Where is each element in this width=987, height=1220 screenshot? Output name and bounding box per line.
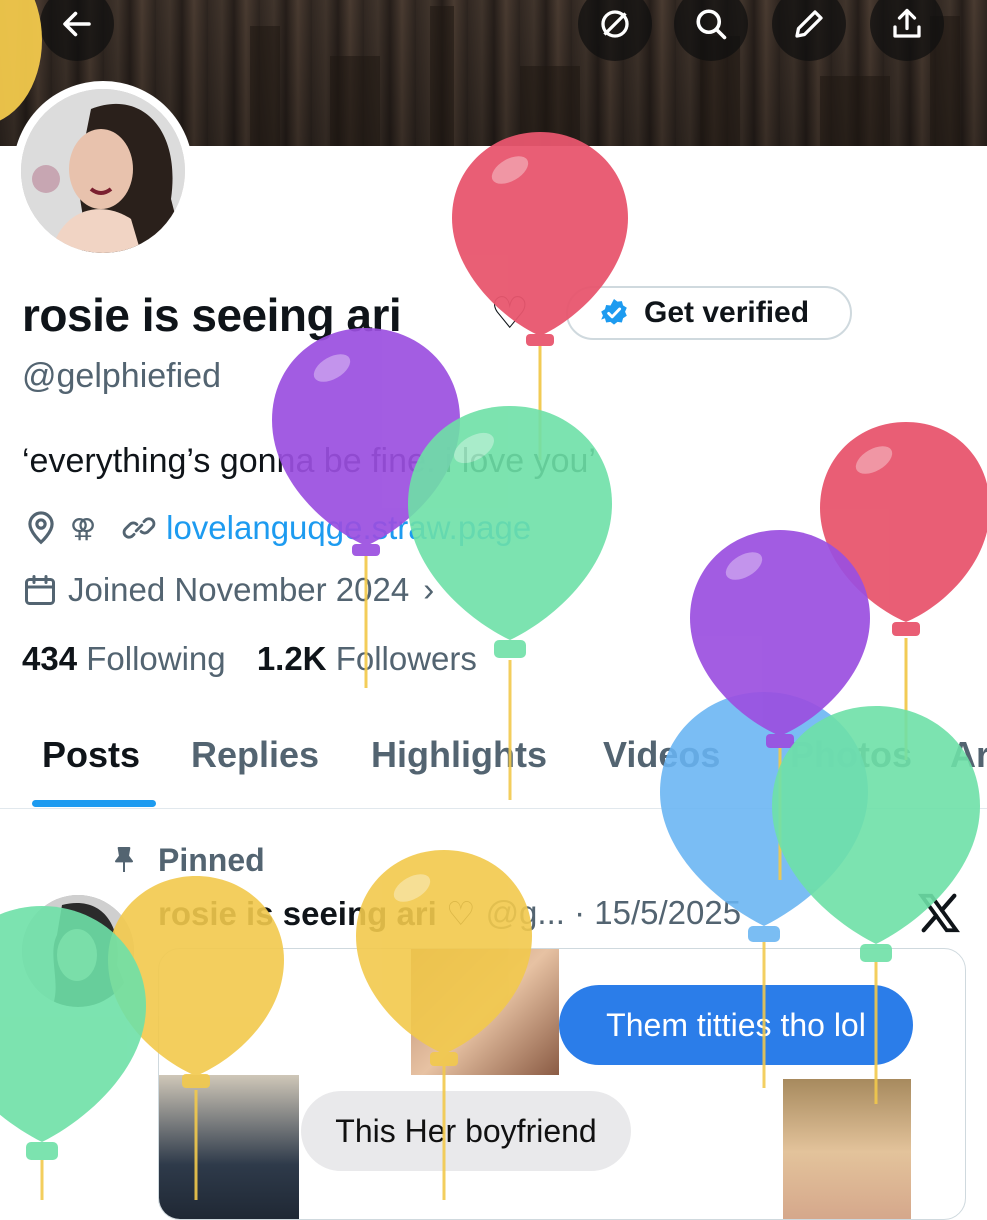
avatar-photo bbox=[21, 89, 185, 253]
pin-icon bbox=[115, 847, 133, 872]
chevron-right-icon: › bbox=[423, 571, 435, 608]
media-thumbnail bbox=[159, 1075, 299, 1219]
tweet-header: rosie is seeing ari ♡ @g... · 15/5/2025 bbox=[158, 890, 741, 936]
banner-detail bbox=[430, 6, 454, 146]
banner-detail bbox=[520, 66, 580, 146]
tab-posts[interactable]: Posts bbox=[42, 734, 140, 776]
following-link[interactable]: 434 Following bbox=[22, 640, 226, 677]
tweet-handle-date[interactable]: @g... · 15/5/2025 bbox=[486, 894, 742, 932]
profile-handle: @gelphiefied bbox=[22, 357, 221, 395]
followers-link[interactable]: 1.2K Followers bbox=[257, 640, 477, 677]
profile-tabs: Posts Replies Highlights Videos Photos A… bbox=[0, 728, 987, 809]
pinned-indicator: Pinned bbox=[108, 838, 265, 882]
calendar-icon bbox=[25, 575, 55, 605]
banner-detail bbox=[820, 76, 890, 146]
edit-icon bbox=[795, 10, 823, 38]
followers-label: Followers bbox=[335, 640, 477, 677]
pride-symbol: ⚢ bbox=[70, 512, 97, 543]
joined-date: Joined November 2024 bbox=[68, 571, 410, 608]
following-count: 434 bbox=[22, 640, 78, 677]
message-bubble-received: This Her boyfriend bbox=[301, 1091, 631, 1171]
tweet-author-name[interactable]: rosie is seeing ari ♡ bbox=[158, 894, 476, 933]
tab-replies[interactable]: Replies bbox=[191, 734, 319, 776]
active-tab-indicator bbox=[32, 800, 156, 807]
balloon-purple-right bbox=[690, 530, 870, 880]
tweet-author-avatar[interactable] bbox=[22, 895, 134, 1007]
banner-detail bbox=[330, 56, 380, 146]
heart-glyph: ♡ bbox=[490, 289, 530, 338]
share-icon bbox=[893, 8, 921, 38]
tab-highlights[interactable]: Highlights bbox=[371, 734, 547, 776]
profile-avatar[interactable] bbox=[13, 81, 193, 261]
search-icon bbox=[696, 9, 727, 40]
get-verified-button[interactable]: Get verified bbox=[566, 286, 852, 340]
balloon-red-right bbox=[820, 422, 987, 760]
profile-meta-row: ⚢ lovelanguqge.straw.page bbox=[22, 505, 531, 551]
media-thumbnail bbox=[411, 949, 559, 1075]
location-pin-icon bbox=[28, 511, 54, 545]
website-link[interactable]: lovelanguqge.straw.page bbox=[166, 509, 531, 547]
tweet-media-card[interactable]: Them titties tho lol This Her boyfriend bbox=[158, 948, 966, 1220]
x-logo-icon bbox=[918, 893, 960, 933]
back-arrow-icon bbox=[63, 11, 91, 37]
grok-icon bbox=[601, 10, 629, 38]
verified-badge-icon bbox=[601, 299, 627, 325]
link-icon bbox=[122, 517, 156, 539]
follow-stats: 434 Following 1.2K Followers bbox=[22, 640, 477, 678]
following-label: Following bbox=[86, 640, 226, 677]
pinned-label: Pinned bbox=[158, 841, 265, 878]
message-bubble-sent: Them titties tho lol bbox=[559, 985, 913, 1065]
profile-bio: ‘everything’s gonna be fine. i love you’ bbox=[22, 442, 596, 480]
banner-detail bbox=[250, 26, 280, 146]
tab-photos[interactable]: Photos bbox=[790, 734, 912, 776]
get-verified-label: Get verified bbox=[644, 296, 810, 329]
followers-count: 1.2K bbox=[256, 640, 327, 677]
media-thumbnail bbox=[783, 1079, 911, 1219]
tab-videos[interactable]: Videos bbox=[603, 734, 720, 776]
tab-articles[interactable]: Ar bbox=[950, 734, 987, 776]
joined-row: Joined November 2024 › bbox=[22, 567, 434, 613]
profile-name: rosie is seeing ari bbox=[22, 289, 402, 341]
